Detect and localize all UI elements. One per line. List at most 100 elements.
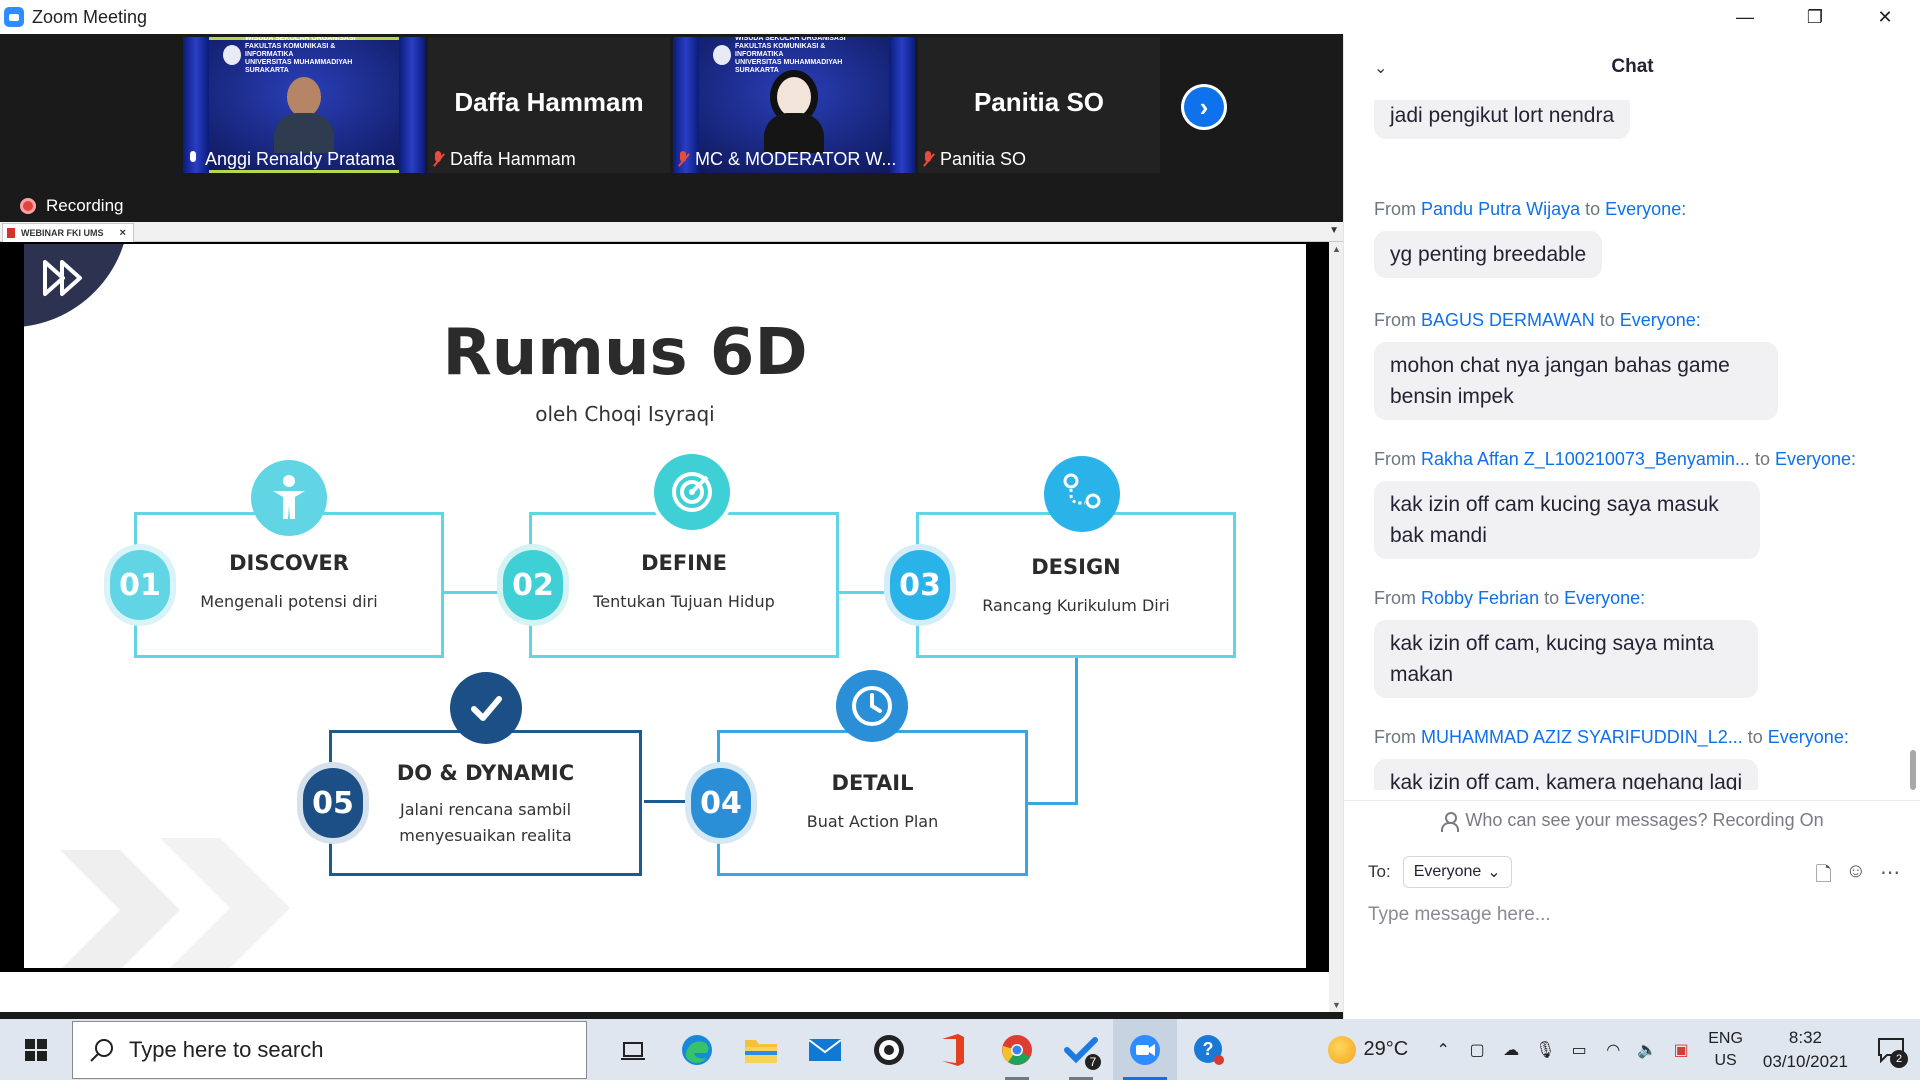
keyboard-layout: US [1714,1051,1737,1069]
chat-tools: 🗋 ☺ ⋯ [1815,860,1900,894]
to-label: To: [1368,862,1391,881]
step-card-detail: DETAIL Buat Action Plan [717,730,1028,876]
battery-icon[interactable]: ▭ [1562,1019,1596,1080]
todo-badge: 7 [1083,1052,1103,1072]
sender-name[interactable]: BAGUS DERMAWAN [1421,310,1595,330]
clock-icon [836,670,908,742]
security-app-icon[interactable]: ▣ [1664,1019,1698,1080]
scroll-down-icon[interactable]: ▼ [1332,1000,1341,1010]
chevron-down-icon[interactable]: ⌄ [1374,58,1387,78]
chevron-up-icon[interactable]: ⌃ [1426,1019,1460,1080]
step-title: DEFINE [641,551,727,575]
check-icon [450,672,522,744]
svg-text:?: ? [1203,1039,1214,1059]
participant-tile[interactable]: Panitia SO Panitia SO [918,37,1160,173]
chat-scrollbar[interactable] [1910,100,1916,790]
language-indicator[interactable]: ENG US [1708,1028,1743,1072]
presentation-slide: Rumus 6D oleh Choqi Isyraqi DISCOVER Men… [24,244,1306,968]
system-tray: 29°C ⌃ ▢ ☁ 🎙 ▭ ◠ 🔈 ▣ ENG US 8:32 03/10/2… [1327,1019,1920,1080]
document-scrollbar[interactable]: ▲ ▼ [1329,242,1343,1012]
file-explorer-icon[interactable] [729,1019,793,1080]
step-description: Mengenali potensi diri [200,592,378,611]
start-button[interactable] [0,1019,72,1080]
sender-name[interactable]: Robby Febrian [1421,588,1539,608]
document-tab[interactable]: WEBINAR FKI UMS × [2,223,134,242]
participant-tile[interactable]: WISUDA SEKOLAH ORGANISASI FAKULTAS KOMUN… [183,37,425,173]
scrollbar-thumb[interactable] [1910,750,1916,790]
step-title: DO & DYNAMIC [396,761,575,785]
document-tab-bar: WEBINAR FKI UMS × ▼ [0,222,1343,242]
pdf-icon [7,228,15,238]
participant-tile[interactable]: Daffa Hammam Daffa Hammam [428,37,670,173]
tab-close-icon[interactable]: × [120,227,126,239]
onedrive-icon[interactable]: ☁ [1494,1019,1528,1080]
participant-name: Panitia SO [940,149,1027,169]
step-card-define: DEFINE Tentukan Tujuan Hidup [529,512,839,658]
sender-name[interactable]: Pandu Putra Wijaya [1421,199,1580,219]
window-title: Zoom Meeting [32,6,148,27]
message-header: From BAGUS DERMAWAN to Everyone: [1374,310,1701,330]
recipient-name: Everyone: [1564,588,1646,608]
microphone-icon[interactable]: 🎙 [1528,1019,1562,1080]
chat-message: kak izin off cam, kamera ngehang lagi [1374,759,1759,790]
chrome-icon[interactable] [985,1019,1049,1080]
shared-screen: WEBINAR FKI UMS × ▼ Rumus 6D oleh Choqi … [0,222,1343,1012]
participant-strip: WISUDA SEKOLAH ORGANISASI FAKULTAS KOMUN… [0,34,1343,176]
chevron-down-icon[interactable]: ▼ [1329,225,1339,236]
recording-indicator[interactable]: Recording [20,196,124,216]
meeting-area: WISUDA SEKOLAH ORGANISASI FAKULTAS KOMUN… [0,34,1343,1019]
person-icon [251,460,327,536]
weather-widget[interactable]: 29°C [1327,1035,1408,1064]
step-number: 02 [503,550,563,620]
office-icon[interactable] [921,1019,985,1080]
recording-notice[interactable]: Who can see your messages? Recording On [1344,810,1920,832]
participant-tile[interactable]: WISUDA SEKOLAH ORGANISASI FAKULTAS KOMUN… [673,37,915,173]
aperture-app-icon[interactable] [857,1019,921,1080]
file-icon[interactable]: 🗋 [1815,860,1831,894]
recipient-select[interactable]: Everyone ⌄ [1402,856,1512,888]
taskbar-search[interactable]: Type here to search [72,1020,587,1079]
chat-message-input[interactable] [1368,904,1888,926]
document-tab-label: WEBINAR FKI UMS [21,228,104,238]
message-header: From Robby Febrian to Everyone: [1374,588,1646,608]
todo-icon[interactable]: 7 [1049,1019,1113,1080]
next-page-button[interactable]: › [1181,84,1227,130]
scroll-up-icon[interactable]: ▲ [1332,244,1341,254]
zoom-taskbar-icon[interactable] [1113,1019,1177,1080]
slide-subtitle: oleh Choqi Isyraqi [535,402,715,426]
message-header: From Rakha Affan Z_L100210073_Benyamin..… [1374,449,1857,469]
step-description: Tentukan Tujuan Hidup [593,592,775,611]
emoji-icon[interactable]: ☺ [1846,860,1866,894]
curtain-decoration [399,37,425,173]
chat-message: kak izin off cam kucing saya masuk bak m… [1374,481,1760,559]
sender-name[interactable]: Rakha Affan Z_L100210073_Benyamin... [1421,449,1750,469]
help-icon[interactable]: ? [1177,1019,1241,1080]
participant-name: Anggi Renaldy Pratama [205,149,396,169]
route-icon [1044,456,1120,532]
minimize-button[interactable]: — [1710,0,1780,34]
volume-icon[interactable]: 🔈 [1630,1019,1664,1080]
meet-now-icon[interactable]: ▢ [1460,1019,1494,1080]
restore-button[interactable]: ❐ [1780,0,1850,34]
search-icon [90,1038,113,1062]
target-icon [654,454,730,530]
video-banner: WISUDA SEKOLAH ORGANISASI FAKULTAS KOMUN… [223,37,383,74]
edge-icon[interactable] [665,1019,729,1080]
chat-messages[interactable]: jadi pengikut lort nendra From Pandu Put… [1344,100,1920,790]
sender-name[interactable]: MUHAMMAD AZIZ SYARIFUDDIN_L2... [1421,727,1743,747]
mail-icon[interactable] [793,1019,857,1080]
clock[interactable]: 8:32 03/10/2021 [1763,1026,1848,1074]
task-view-icon[interactable] [601,1019,665,1080]
wifi-icon[interactable]: ◠ [1596,1019,1630,1080]
language-code: ENG [1708,1029,1743,1047]
close-button[interactable]: ✕ [1850,0,1920,34]
participant-display-name: Panitia SO [973,87,1105,117]
step-number: 01 [110,550,170,620]
divider [1344,800,1920,801]
step-title: DETAIL [831,771,914,795]
notification-center-button[interactable]: 2 [1862,1019,1920,1080]
step-number: 05 [303,768,363,838]
more-icon[interactable]: ⋯ [1880,860,1900,894]
slide-area: Rumus 6D oleh Choqi Isyraqi DISCOVER Men… [0,242,1329,972]
chevron-right-icon: › [1184,87,1224,127]
